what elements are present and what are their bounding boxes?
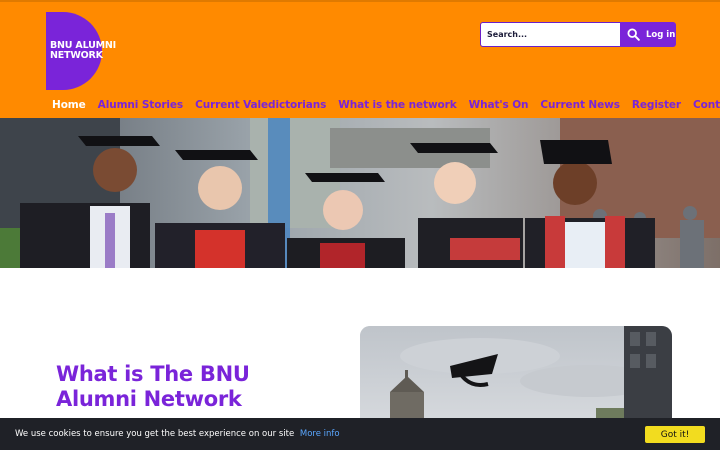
main-navigation: Home Alumni Stories Current Valedictorians… [52,99,720,111]
search-bar: Log in [480,22,676,47]
site-header: BNU ALUMNI NETWORK Log in Home Alumni Sto… [0,2,720,118]
nav-item-alumni-stories[interactable]: Alumni Stories [98,99,184,111]
search-icon [626,28,640,41]
hero-image [0,118,720,268]
cookie-more-info-link[interactable]: More info [300,429,340,439]
cookie-banner: We use cookies to ensure you get the bes… [0,418,720,450]
hero-graduates-photo [0,118,720,268]
login-button[interactable]: Log in [646,22,676,47]
search-button[interactable] [620,22,646,47]
bnu-alumni-logo[interactable]: BNU ALUMNI NETWORK [46,12,122,90]
cookie-message-line: We use cookies to ensure you get the bes… [15,429,340,439]
cookie-accept-button[interactable]: Got it! [645,426,705,443]
nav-item-home[interactable]: Home [52,99,86,111]
nav-item-what-is-the-network[interactable]: What is the network [338,99,456,111]
logo-line-2: NETWORK [50,50,103,61]
cookie-message: We use cookies to ensure you get the bes… [15,429,295,439]
nav-item-register[interactable]: Register [632,99,681,111]
nav-item-current-news[interactable]: Current News [540,99,620,111]
logo-text: BNU ALUMNI NETWORK [50,41,130,61]
search-input[interactable] [480,22,621,47]
section-title: What is The BNU Alumni Network [56,362,250,411]
nav-item-contact[interactable]: Contact [693,99,720,111]
nav-item-what-s-on[interactable]: What's On [469,99,529,111]
nav-item-current-valedictorians[interactable]: Current Valedictorians [195,99,326,111]
